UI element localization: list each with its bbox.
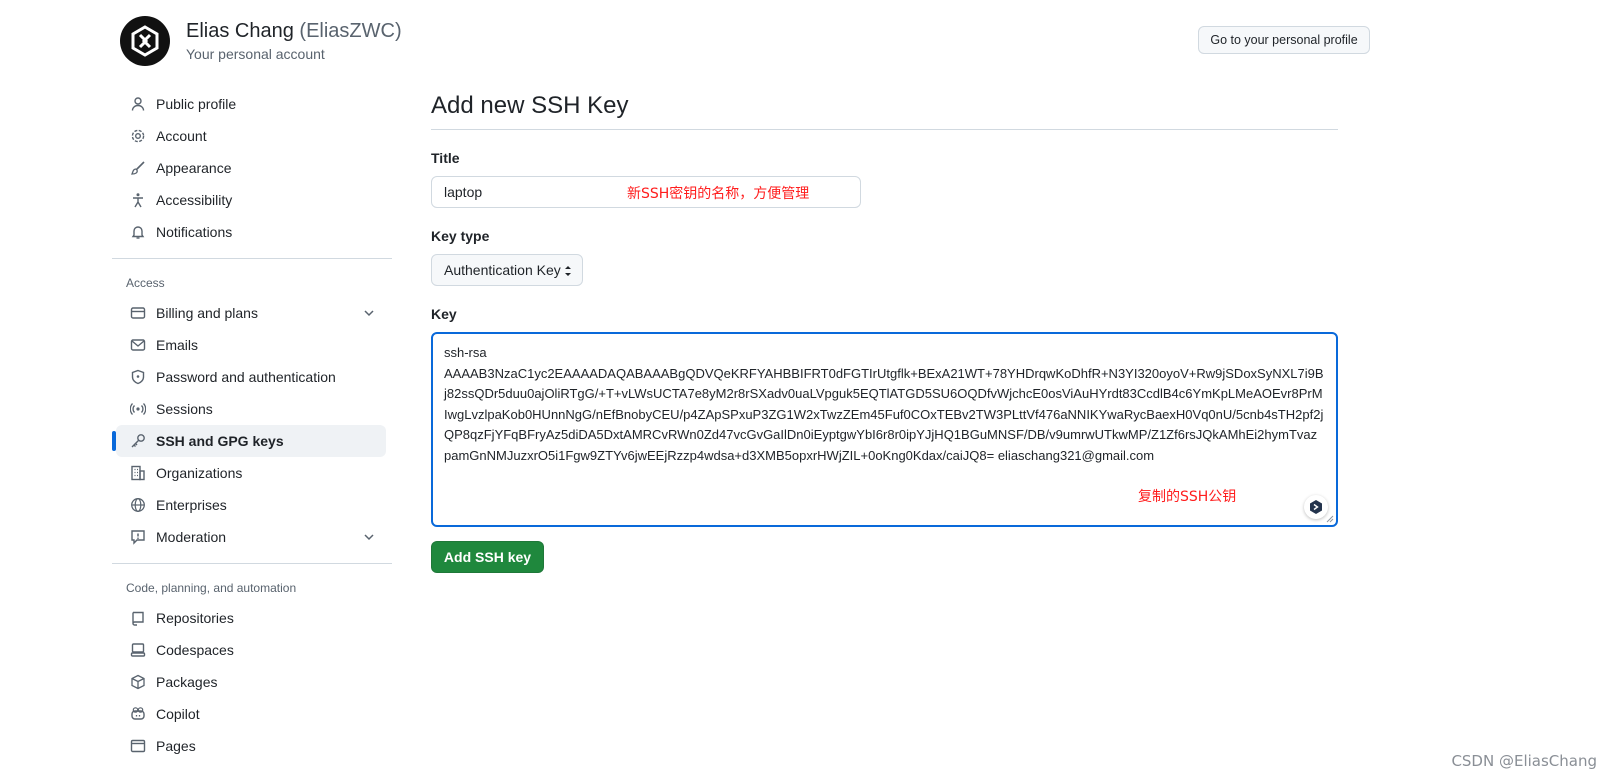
paintbrush-icon [130,160,146,176]
user-logo-icon [131,25,159,57]
broadcast-icon [130,401,146,417]
resize-handle-icon[interactable] [1326,515,1334,523]
package-icon [130,674,146,690]
account-handle: (EliasZWC) [299,20,402,42]
browser-icon [130,738,146,754]
shield-lock-icon [130,369,146,385]
add-ssh-key-button[interactable]: Add SSH key [431,541,544,573]
key-type-select[interactable]: Authentication Key [431,254,583,286]
page-title: Add new SSH Key [431,92,629,119]
add-ssh-key-form: Add new SSH Key Title laptop 新SSH密钥的名称，方… [431,88,1339,573]
sidebar-item-copilot[interactable]: Copilot [112,698,402,730]
sidebar-divider [112,258,392,259]
title-input-value: laptop [444,184,483,200]
sidebar-item-label: Moderation [156,529,227,545]
codespaces-icon [130,642,146,658]
sidebar-item-label: Notifications [156,224,233,240]
chevron-down-icon[interactable] [362,306,376,320]
sidebar-item-label: Copilot [156,706,200,722]
sidebar-item-label: Enterprises [156,497,227,513]
select-arrows-icon [565,266,571,276]
assistant-icon[interactable] [1304,495,1328,519]
key-textarea-value: ssh-rsa AAAAB3NzaC1yc2EAAAADAQABAAABgQDV… [444,345,1324,463]
sidebar-item-public-profile[interactable]: Public profile [112,88,402,120]
sidebar-item-sessions[interactable]: Sessions [112,393,402,425]
title-input[interactable]: laptop 新SSH密钥的名称，方便管理 [431,176,861,208]
sidebar-section-access: Access [126,276,165,290]
sidebar-item-accessibility[interactable]: Accessibility [112,184,402,216]
sidebar-item-emails[interactable]: Emails [112,329,402,361]
key-textarea[interactable]: ssh-rsa AAAAB3NzaC1yc2EAAAADAQABAAABgQDV… [431,332,1338,527]
settings-sidebar: Public profile Account Appearance Access… [112,88,402,762]
person-icon [130,96,146,112]
sidebar-item-label: Repositories [156,610,234,626]
sidebar-item-label: Billing and plans [156,305,258,321]
bell-icon [130,224,146,240]
sidebar-item-billing[interactable]: Billing and plans [112,297,402,329]
sidebar-item-label: Appearance [156,160,232,176]
globe-icon [130,497,146,513]
sidebar-item-label: Organizations [156,465,243,481]
sidebar-item-label: Sessions [156,401,213,417]
title-annotation: 新SSH密钥的名称，方便管理 [627,186,810,202]
key-type-label: Key type [431,228,490,244]
sidebar-item-label: Accessibility [156,192,233,208]
report-icon [130,529,146,545]
go-to-profile-button[interactable]: Go to your personal profile [1198,26,1370,54]
sidebar-item-label: Codespaces [156,642,234,658]
gear-icon [130,128,146,144]
key-type-value: Authentication Key [444,262,561,278]
sidebar-item-password-auth[interactable]: Password and authentication [112,361,402,393]
sidebar-section-code: Code, planning, and automation [126,581,297,595]
sidebar-item-ssh-gpg-keys[interactable]: SSH and GPG keys [112,425,386,457]
account-subtitle: Your personal account [186,46,325,62]
sidebar-item-label: Packages [156,674,218,690]
credit-card-icon [130,305,146,321]
sidebar-item-repositories[interactable]: Repositories [112,602,402,634]
sidebar-item-enterprises[interactable]: Enterprises [112,489,402,521]
sidebar-item-label: SSH and GPG keys [156,433,284,449]
key-icon [130,433,146,449]
avatar[interactable] [120,16,170,66]
sidebar-item-moderation[interactable]: Moderation [112,521,402,553]
sidebar-item-label: Emails [156,337,199,353]
sidebar-item-packages[interactable]: Packages [112,666,402,698]
sidebar-item-notifications[interactable]: Notifications [112,216,402,248]
sidebar-item-label: Public profile [156,96,237,112]
key-label: Key [431,306,457,322]
chevron-down-icon[interactable] [362,530,376,544]
account-name: Elias Chang [186,20,294,42]
sidebar-item-organizations[interactable]: Organizations [112,457,402,489]
sidebar-item-account[interactable]: Account [112,120,402,152]
title-label: Title [431,150,460,166]
sidebar-item-label: Account [156,128,207,144]
sidebar-item-label: Password and authentication [156,369,336,385]
account-name-line: Elias Chang (EliasZWC) [186,20,402,43]
mail-icon [130,337,146,353]
key-annotation: 复制的SSH公钥 [1138,489,1237,505]
sidebar-item-appearance[interactable]: Appearance [112,152,402,184]
accessibility-icon [130,192,146,208]
sidebar-item-pages[interactable]: Pages [112,730,402,762]
sidebar-divider [112,563,392,564]
watermark: CSDN @EliasChang [1451,752,1597,770]
sidebar-item-codespaces[interactable]: Codespaces [112,634,402,666]
copilot-icon [130,706,146,722]
organization-icon [130,465,146,481]
account-header: Elias Chang (EliasZWC) Your personal acc… [120,14,1370,66]
title-divider [431,129,1338,130]
repo-icon [130,610,146,626]
sidebar-item-label: Pages [156,738,196,754]
